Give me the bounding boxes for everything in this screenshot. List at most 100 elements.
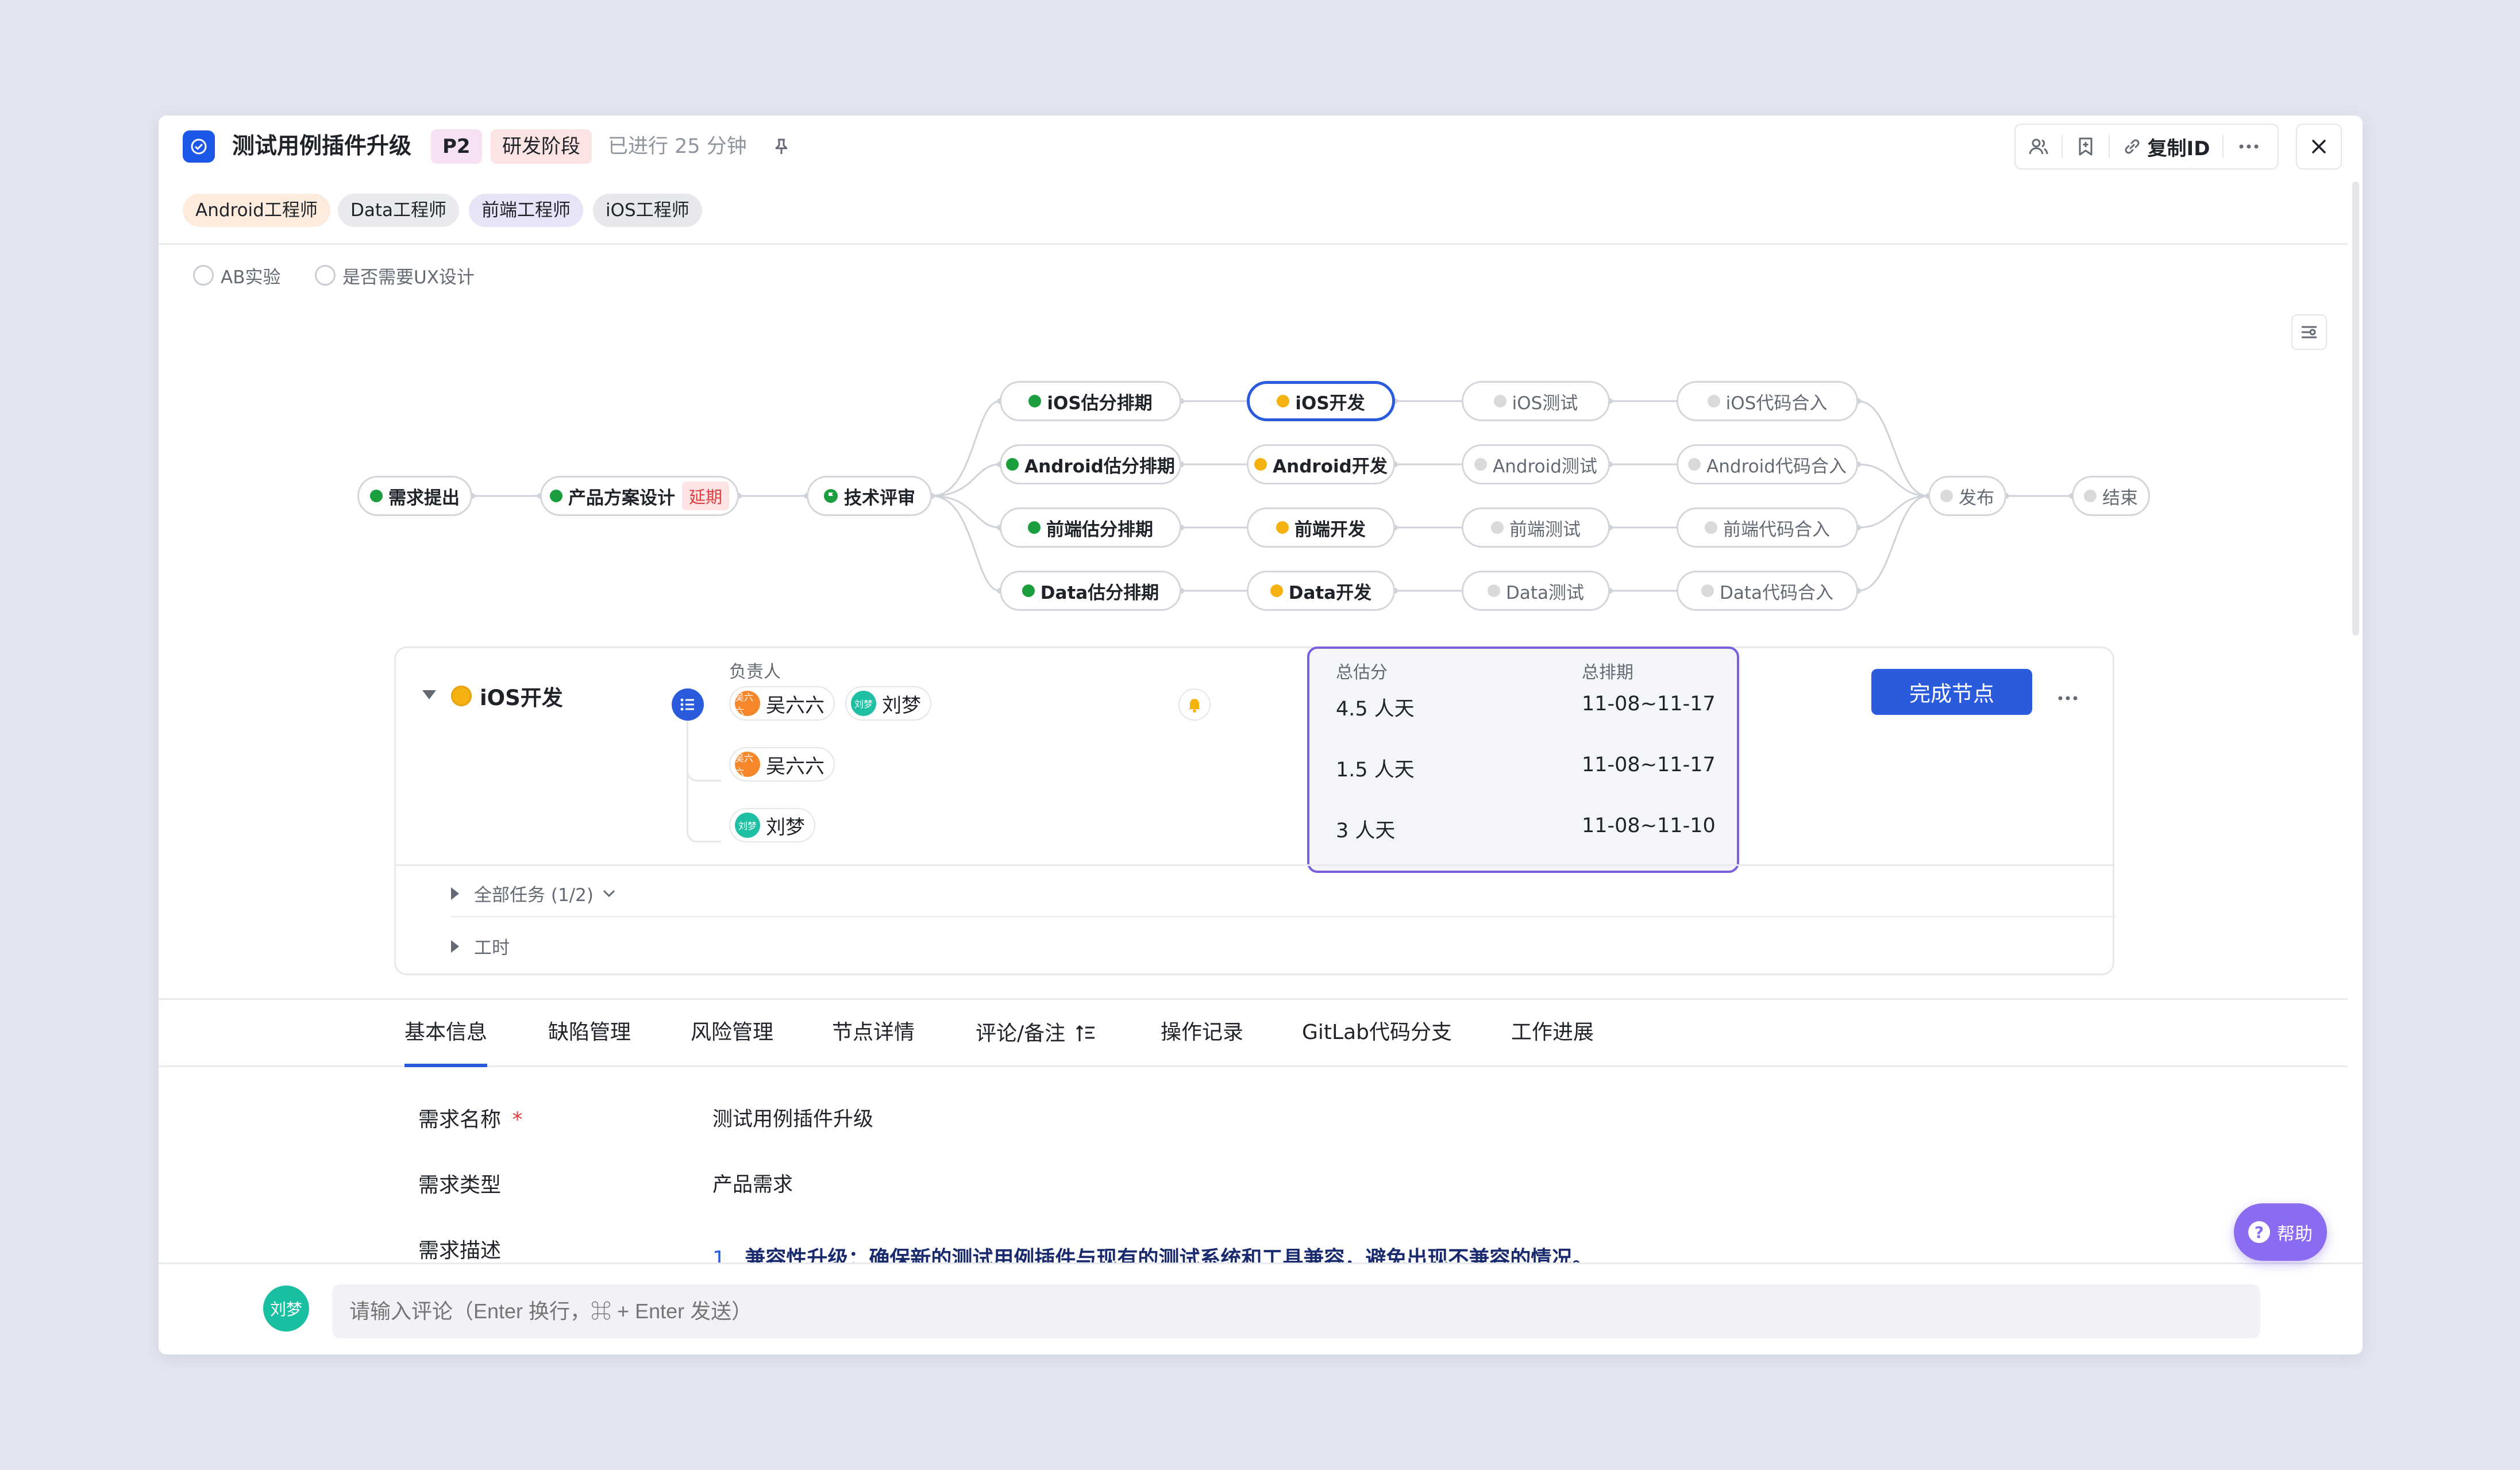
total-schedule-label: 总排期: [1582, 663, 1633, 683]
flow-node-data-develop[interactable]: Data开发: [1247, 571, 1395, 611]
flow-node-frontend-estimate[interactable]: 前端估分排期: [1000, 507, 1181, 548]
sort-icon[interactable]: [1076, 1024, 1096, 1044]
status-dot: [549, 490, 562, 502]
field-name-text: 需求名称: [418, 1108, 502, 1132]
sub-owner-chip[interactable]: 刘梦 刘梦: [729, 808, 815, 842]
node-label: Android代码合入: [1706, 456, 1847, 477]
owner-name: 刘梦: [882, 694, 921, 717]
reminder-bell-icon[interactable]: [1178, 688, 1211, 721]
flow-node-ios-merge[interactable]: iOS代码合入: [1677, 381, 1858, 421]
work-hours-label: 工时: [474, 938, 510, 959]
help-button[interactable]: ? 帮助: [2234, 1203, 2327, 1261]
divider: [451, 916, 2116, 917]
status-dot: [370, 490, 383, 502]
field-type-label: 需求类型: [418, 1173, 502, 1197]
all-tasks-toggle[interactable]: 全部任务 (1/2): [451, 880, 616, 906]
status-dot: [1028, 521, 1041, 534]
flow-node-end[interactable]: 结束: [2072, 476, 2150, 516]
chevron-down-icon: [603, 890, 615, 897]
flow-node-android-develop[interactable]: Android开发: [1247, 444, 1395, 484]
flow-node-start[interactable]: 需求提出: [357, 476, 472, 516]
avatar: 刘梦: [851, 691, 876, 716]
tab-comments[interactable]: 评论/备注: [976, 1000, 1096, 1067]
flow-node-review[interactable]: 技术评审: [807, 476, 932, 516]
status-dot: [1277, 395, 1290, 407]
required-mark: *: [512, 1108, 523, 1132]
review-flag-icon: [824, 489, 838, 503]
node-label: iOS开发: [1295, 392, 1365, 414]
status-dot: [1707, 395, 1720, 407]
owner-chip[interactable]: 吴六六 吴六六: [729, 686, 835, 721]
tab-operation-log[interactable]: 操作记录: [1161, 1000, 1243, 1067]
node-label: 产品方案设计: [568, 487, 675, 509]
avatar: 刘梦: [735, 813, 760, 838]
node-label: Data开发: [1288, 582, 1372, 603]
owner-label: 负责人: [729, 662, 781, 682]
expand-caret-icon: [451, 887, 459, 900]
node-label: 发布: [1959, 487, 1994, 509]
avatar: 刘梦: [263, 1286, 309, 1332]
field-name-label: 需求名称 *: [418, 1103, 522, 1133]
owner-name: 吴六六: [766, 694, 824, 717]
status-dot: [1028, 395, 1042, 407]
sub-owner-name: 吴六六: [766, 755, 824, 778]
node-label: 技术评审: [844, 487, 915, 509]
detail-node-title: iOS开发: [451, 680, 563, 711]
tab-defects[interactable]: 缺陷管理: [548, 1000, 631, 1067]
status-dot: [1493, 395, 1506, 407]
node-label: Data代码合入: [1719, 582, 1834, 603]
field-name-value[interactable]: 测试用例插件升级: [712, 1103, 873, 1132]
scrollbar[interactable]: [2352, 182, 2359, 636]
status-dot: [1688, 458, 1701, 471]
flow-node-data-merge[interactable]: Data代码合入: [1677, 571, 1858, 611]
node-more-icon[interactable]: [2057, 680, 2078, 707]
status-dot: [1705, 521, 1717, 534]
sub-estimate-value: 3 人天: [1336, 819, 1396, 842]
node-label: iOS估分排期: [1047, 392, 1153, 414]
all-tasks-label: 全部任务 (1/2): [474, 885, 594, 906]
total-estimate-value: 4.5 人天: [1336, 698, 1415, 721]
tab-gitlab-branch[interactable]: GitLab代码分支: [1302, 1000, 1452, 1067]
comment-input[interactable]: [332, 1284, 2260, 1338]
flow-node-data-test[interactable]: Data测试: [1462, 571, 1610, 611]
status-dot: [1022, 584, 1035, 597]
total-schedule-value: 11-08~11-17: [1582, 692, 1716, 715]
detail-tabs: 基本信息 缺陷管理 风险管理 节点详情 评论/备注 操作记录 GitLab代码分…: [159, 998, 2348, 1067]
collapse-caret-icon[interactable]: [422, 690, 436, 699]
work-hours-toggle[interactable]: 工时: [451, 933, 510, 959]
tab-basic-info[interactable]: 基本信息: [404, 1000, 488, 1067]
total-estimate-label: 总估分: [1336, 663, 1388, 683]
status-dot: [1006, 458, 1019, 471]
tab-risks[interactable]: 风险管理: [691, 1000, 773, 1067]
flow-node-design[interactable]: 产品方案设计 延期: [540, 476, 739, 516]
tab-work-progress[interactable]: 工作进展: [1511, 1000, 1594, 1067]
flow-node-release[interactable]: 发布: [1928, 476, 2006, 516]
node-label: Data估分排期: [1040, 582, 1159, 603]
sub-owner-chip[interactable]: 吴六六 吴六六: [729, 747, 835, 782]
sub-schedule-value: 11-08~11-17: [1582, 753, 1716, 776]
tab-node-detail[interactable]: 节点详情: [832, 1000, 915, 1067]
status-dot: [1940, 490, 1953, 502]
avatar: 吴六六: [735, 752, 760, 778]
owner-chip[interactable]: 刘梦 刘梦: [845, 686, 931, 721]
flow-node-frontend-merge[interactable]: 前端代码合入: [1677, 507, 1858, 548]
flow-node-ios-test[interactable]: iOS测试: [1462, 381, 1610, 421]
task-list-icon[interactable]: [672, 688, 704, 721]
field-desc-label: 需求描述: [418, 1239, 502, 1263]
flow-node-data-estimate[interactable]: Data估分排期: [1000, 571, 1181, 611]
flow-node-frontend-test[interactable]: 前端测试: [1462, 507, 1610, 548]
detail-node-name: iOS开发: [480, 686, 563, 710]
flow-node-frontend-develop[interactable]: 前端开发: [1247, 507, 1395, 548]
flow-node-android-merge[interactable]: Android代码合入: [1677, 444, 1858, 484]
complete-node-button[interactable]: 完成节点: [1871, 669, 2032, 715]
status-dot: [2084, 490, 2097, 502]
flow-node-ios-develop[interactable]: iOS开发: [1247, 381, 1395, 421]
status-dot: [1254, 458, 1267, 471]
node-label: iOS测试: [1512, 392, 1578, 414]
expand-caret-icon: [451, 940, 459, 953]
flow-node-android-estimate[interactable]: Android估分排期: [1000, 444, 1181, 484]
status-dot: [1491, 521, 1504, 534]
field-type-value[interactable]: 产品需求: [712, 1168, 793, 1198]
flow-node-android-test[interactable]: Android测试: [1462, 444, 1610, 484]
flow-node-ios-estimate[interactable]: iOS估分排期: [1000, 381, 1181, 421]
